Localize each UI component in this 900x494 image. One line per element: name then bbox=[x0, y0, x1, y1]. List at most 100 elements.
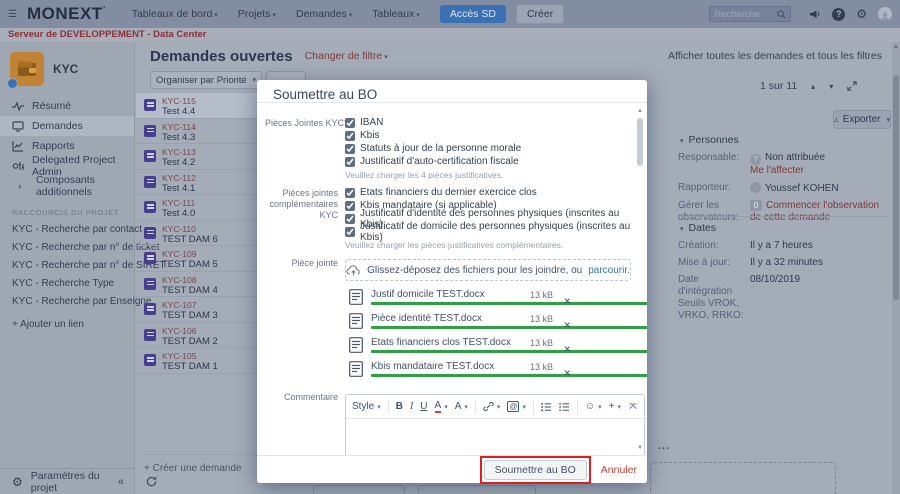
remove-file-icon[interactable]: ✕ bbox=[563, 296, 571, 307]
change-filter-link[interactable]: Changer de filtre▾ bbox=[305, 50, 388, 62]
issue-summary[interactable]: TEST DAM 3 bbox=[162, 310, 218, 321]
user-avatar[interactable] bbox=[878, 7, 892, 21]
issue-summary[interactable]: TEST DAM 1 bbox=[162, 361, 218, 372]
remove-file-icon[interactable]: ✕ bbox=[563, 368, 571, 379]
scroll-up-icon[interactable]: ▲ bbox=[893, 44, 899, 50]
show-all-filters-link[interactable]: Afficher toutes les demandes et tous les… bbox=[668, 50, 882, 62]
help-icon[interactable]: ? bbox=[832, 8, 845, 21]
attachment-checkbox-row[interactable]: Etats financiers du dernier exercice clo… bbox=[345, 186, 631, 199]
issue-key[interactable]: KYC-114 bbox=[162, 122, 196, 132]
acces-sd-button[interactable]: Accès SD bbox=[440, 5, 506, 23]
scroll-up-icon[interactable]: ▲ bbox=[637, 108, 643, 114]
issue-summary[interactable]: Test 4.1 bbox=[162, 183, 195, 194]
bold-button[interactable]: B bbox=[396, 401, 403, 412]
browse-files-link[interactable]: parcourir. bbox=[588, 265, 630, 276]
shortcut-link[interactable]: KYC - Recherche par n° de ticket bbox=[0, 239, 134, 257]
announcement-icon[interactable] bbox=[809, 8, 821, 20]
issue-key[interactable]: KYC-106 bbox=[162, 326, 197, 336]
issue-key[interactable]: KYC-112 bbox=[162, 173, 196, 183]
issue-key[interactable]: KYC-111 bbox=[162, 198, 195, 208]
nav-dashboards[interactable]: Tableaux de bord▾ bbox=[124, 8, 226, 20]
search-input[interactable]: Recherche bbox=[709, 6, 791, 22]
issue-summary[interactable]: TEST DAM 4 bbox=[162, 285, 218, 296]
order-by-select[interactable]: Organiser par Priorité ▾ bbox=[150, 71, 262, 89]
next-issue-icon[interactable]: ▾ bbox=[829, 82, 833, 91]
nav-boards[interactable]: Tableaux▾ bbox=[364, 8, 428, 20]
shortcut-link[interactable]: KYC - Recherche par contact bbox=[0, 221, 134, 239]
collapse-sidebar-icon[interactable]: « bbox=[118, 476, 124, 488]
nav-issues[interactable]: Demandes▾ bbox=[288, 8, 360, 20]
remove-file-icon[interactable]: ✕ bbox=[563, 320, 571, 331]
submit-bo-button[interactable]: Soumettre au BO bbox=[484, 460, 587, 480]
text-color-dropdown[interactable]: A▾ bbox=[435, 401, 448, 413]
link-dropdown[interactable]: ▾ bbox=[483, 401, 501, 412]
sidebar-item-rapports[interactable]: Rapports bbox=[0, 136, 134, 156]
sidebar-item-delegated-admin[interactable]: Delegated Project Admin bbox=[0, 156, 134, 176]
people-section-header[interactable]: ▾Personnes bbox=[678, 134, 893, 146]
nav-projects[interactable]: Projets▾ bbox=[230, 8, 284, 20]
attachment-checkbox[interactable] bbox=[345, 214, 355, 224]
emoji-dropdown[interactable]: ☺▾ bbox=[585, 401, 602, 412]
file-dropzone[interactable]: Glissez-déposez des fichiers pour les jo… bbox=[345, 259, 631, 281]
previous-issue-icon[interactable]: ▴ bbox=[811, 82, 815, 91]
attachment-checkbox-row[interactable]: Justificatif de domicile des personnes p… bbox=[345, 225, 631, 238]
project-header[interactable]: KYC bbox=[0, 42, 134, 96]
dialog-scrollbar[interactable]: ▲ ▼ bbox=[636, 108, 644, 451]
bullet-list-button[interactable] bbox=[541, 402, 552, 412]
app-switcher-icon[interactable]: ☰ bbox=[8, 9, 17, 20]
more-actions-icon[interactable]: ... bbox=[658, 440, 670, 452]
attachment-checkbox[interactable] bbox=[345, 188, 355, 198]
attachment-checkbox[interactable] bbox=[345, 227, 355, 237]
underline-button[interactable]: U bbox=[420, 401, 427, 412]
attachment-checkbox[interactable] bbox=[345, 118, 355, 128]
attachment-checkbox-row[interactable]: IBAN bbox=[345, 116, 631, 129]
refresh-icon[interactable] bbox=[146, 476, 157, 487]
shortcut-link[interactable]: KYC - Recherche par Enseigne bbox=[0, 293, 134, 311]
shortcut-link[interactable]: KYC - Recherche par n° de SIRET bbox=[0, 257, 134, 275]
sidebar-item-composants[interactable]: › Composants additionnels bbox=[0, 176, 134, 196]
issue-summary[interactable]: Test 4.2 bbox=[162, 157, 195, 168]
numbered-list-button[interactable] bbox=[559, 402, 570, 412]
italic-button[interactable]: I bbox=[410, 401, 413, 412]
attachment-checkbox-row[interactable]: Kbis bbox=[345, 129, 631, 142]
remove-file-icon[interactable]: ✕ bbox=[563, 344, 571, 355]
attachment-checkbox[interactable] bbox=[345, 157, 355, 167]
sidebar-item-resume[interactable]: Résumé bbox=[0, 96, 134, 116]
sidebar-item-demandes[interactable]: Demandes bbox=[0, 116, 134, 136]
comment-textarea[interactable] bbox=[346, 419, 644, 455]
scrollbar-thumb[interactable] bbox=[637, 118, 643, 166]
issue-summary[interactable]: Test 4.0 bbox=[162, 208, 195, 219]
app-logo[interactable]: MONEXT’ bbox=[27, 4, 106, 24]
issue-key[interactable]: KYC-108 bbox=[162, 275, 197, 285]
page-scrollbar[interactable]: ▲ bbox=[892, 42, 900, 494]
attachment-checkbox[interactable] bbox=[345, 144, 355, 154]
issue-summary[interactable]: TEST DAM 2 bbox=[162, 336, 218, 347]
issue-summary[interactable]: Test 4.3 bbox=[162, 132, 195, 143]
issue-key[interactable]: KYC-113 bbox=[162, 147, 196, 157]
issue-key[interactable]: KYC-107 bbox=[162, 300, 197, 310]
attachment-checkbox-row[interactable]: Justificatif d'auto-certification fiscal… bbox=[345, 155, 631, 168]
shortcut-link[interactable]: KYC - Recherche Type bbox=[0, 275, 134, 293]
issue-summary[interactable]: TEST DAM 5 bbox=[162, 259, 218, 270]
issue-key[interactable]: KYC-110 bbox=[162, 224, 196, 234]
issue-key[interactable]: KYC-109 bbox=[162, 249, 197, 259]
scroll-down-icon[interactable]: ▼ bbox=[637, 445, 643, 451]
cancel-link[interactable]: Annuler bbox=[601, 464, 637, 476]
issue-summary[interactable]: Test 4.4 bbox=[162, 106, 195, 117]
issue-key[interactable]: KYC-115 bbox=[162, 96, 196, 106]
reporter-value[interactable]: Youssef KOHEN bbox=[750, 182, 880, 195]
create-button[interactable]: Créer bbox=[516, 4, 564, 24]
assignee-value[interactable]: ?Non attribuéeMe l'affecter bbox=[750, 152, 880, 177]
project-settings[interactable]: ⚙ Paramètres du projet « bbox=[0, 468, 134, 494]
scrollbar-thumb[interactable] bbox=[893, 75, 899, 300]
issue-summary[interactable]: TEST DAM 6 bbox=[162, 234, 218, 245]
insert-more-dropdown[interactable]: +▾ bbox=[609, 401, 621, 412]
dates-section-header[interactable]: ▾Dates bbox=[678, 222, 893, 234]
assign-me-link[interactable]: Me l'affecter bbox=[750, 165, 804, 176]
add-shortcut-link[interactable]: + Ajouter un lien bbox=[0, 311, 134, 330]
text-format-dropdown[interactable]: A▾ bbox=[455, 401, 468, 412]
attachment-checkbox[interactable] bbox=[345, 201, 355, 211]
attachment-checkbox[interactable] bbox=[345, 131, 355, 141]
watch-link[interactable]: 0Commencer l'observation de cette demand… bbox=[750, 200, 880, 224]
expand-diagonal-icon[interactable] bbox=[847, 81, 857, 91]
